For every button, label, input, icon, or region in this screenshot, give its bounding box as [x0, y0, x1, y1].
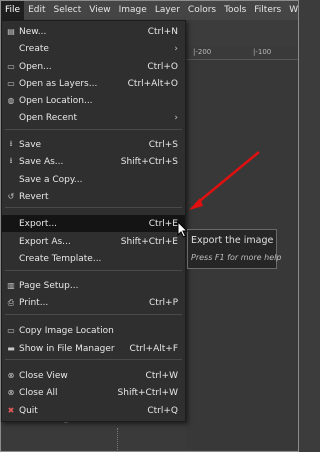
- mouse-pointer-icon: [177, 221, 189, 238]
- annotation-arrow: [189, 151, 260, 210]
